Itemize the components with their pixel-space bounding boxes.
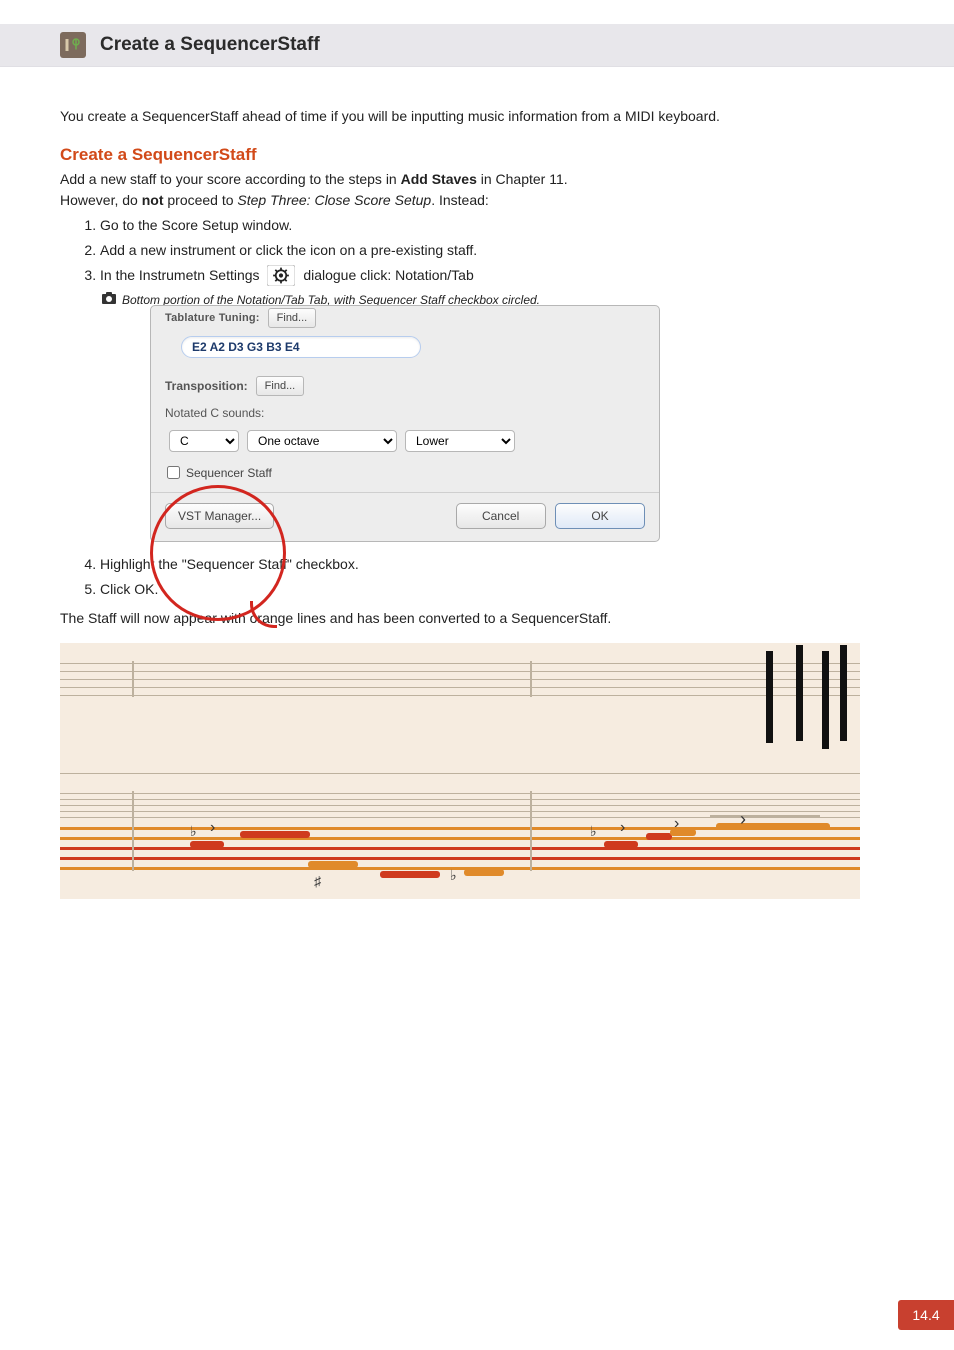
sequencer-staff-label: Sequencer Staff <box>186 464 272 482</box>
find-tuning-button[interactable]: Find... <box>268 308 317 328</box>
octave-select[interactable]: One octave <box>247 430 397 452</box>
tablature-tuning-label: Tablature Tuning: <box>165 310 260 327</box>
paragraph-1: Add a new staff to your score according … <box>60 169 914 190</box>
sequencer-staff-figure: ♭ ♭ ♭ › › › › ♯ <box>60 643 860 899</box>
gear-icon <box>267 265 295 287</box>
direction-select[interactable]: Lower <box>405 430 515 452</box>
find-transposition-button[interactable]: Find... <box>256 376 305 396</box>
notated-c-label: Notated C sounds: <box>165 404 645 422</box>
page-title: Create a SequencerStaff <box>100 34 320 56</box>
app-icon <box>60 32 86 58</box>
tab-tuning-field[interactable]: E2 A2 D3 G3 B3 E4 <box>181 336 421 358</box>
steps-list-a: Go to the Score Setup window. Add a new … <box>100 215 914 287</box>
step-3: In the Instrumetn Settings dialogue clic… <box>100 265 914 287</box>
ok-button[interactable]: OK <box>555 503 645 529</box>
camera-icon <box>102 291 116 309</box>
step-1: Go to the Score Setup window. <box>100 215 914 236</box>
transposition-label: Transposition: <box>165 377 248 395</box>
page-number-badge: 14.4 <box>898 1300 954 1330</box>
cancel-button[interactable]: Cancel <box>456 503 546 529</box>
paragraph-2: However, do not proceed to Step Three: C… <box>60 190 914 211</box>
intro-text: You create a SequencerStaff ahead of tim… <box>60 107 914 127</box>
note-root-select[interactable]: C <box>169 430 239 452</box>
section-heading: Create a SequencerStaff <box>60 145 914 165</box>
step-2: Add a new instrument or click the icon o… <box>100 240 914 261</box>
title-bar: Create a SequencerStaff <box>0 24 954 67</box>
sequencer-staff-checkbox[interactable] <box>167 466 180 479</box>
